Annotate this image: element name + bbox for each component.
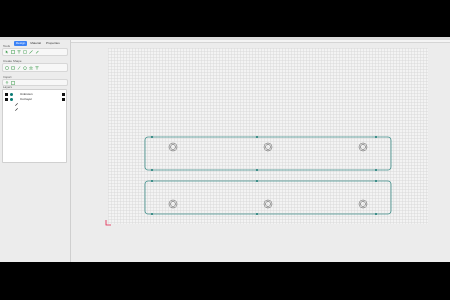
edit-icon[interactable] bbox=[15, 98, 18, 111]
upload-icon[interactable] bbox=[5, 80, 9, 85]
layer-status-dot[interactable] bbox=[62, 98, 65, 101]
tab-properties[interactable]: Properties bbox=[44, 41, 62, 46]
visibility-icon[interactable] bbox=[10, 93, 13, 96]
node-edit-icon[interactable] bbox=[11, 50, 15, 54]
edit-icon[interactable] bbox=[15, 93, 18, 106]
part-panel-top[interactable] bbox=[144, 136, 392, 171]
rectangle-icon[interactable] bbox=[11, 66, 15, 70]
left-panel: Design Material Properties Tools Create … bbox=[0, 40, 71, 262]
image-icon[interactable] bbox=[23, 50, 27, 54]
layer-color-swatch[interactable] bbox=[5, 93, 8, 96]
pointer-icon[interactable] bbox=[5, 50, 9, 54]
polygon-icon[interactable] bbox=[23, 65, 27, 70]
text-shape-icon[interactable] bbox=[35, 66, 39, 70]
origin-marker-icon bbox=[105, 220, 111, 226]
layer-color-swatch[interactable] bbox=[5, 98, 8, 101]
layers-panel: Unknown Cut layer bbox=[2, 89, 67, 163]
create-shape-toolbar bbox=[2, 63, 68, 72]
circle-icon[interactable] bbox=[5, 65, 9, 70]
drawing-layer[interactable] bbox=[71, 40, 450, 262]
pen-icon[interactable] bbox=[35, 50, 39, 54]
layer-status-dot[interactable] bbox=[62, 93, 65, 96]
tab-design[interactable]: Design bbox=[14, 41, 28, 46]
measure-icon[interactable] bbox=[29, 50, 33, 54]
tools-toolbar bbox=[2, 48, 68, 56]
panel-tabs: Design Material Properties bbox=[14, 41, 62, 46]
tab-material[interactable]: Material bbox=[28, 41, 43, 46]
layer-row[interactable]: Unknown bbox=[5, 92, 65, 106]
layer-name: Cut layer bbox=[20, 97, 33, 101]
layer-row[interactable]: Cut layer bbox=[5, 97, 65, 111]
line-icon[interactable] bbox=[17, 65, 21, 70]
visibility-icon[interactable] bbox=[10, 98, 13, 101]
text-icon[interactable] bbox=[17, 50, 21, 54]
star-icon[interactable] bbox=[29, 65, 33, 70]
layer-name: Unknown bbox=[20, 92, 33, 96]
library-icon[interactable] bbox=[11, 80, 15, 85]
part-panel-bottom[interactable] bbox=[144, 180, 392, 215]
